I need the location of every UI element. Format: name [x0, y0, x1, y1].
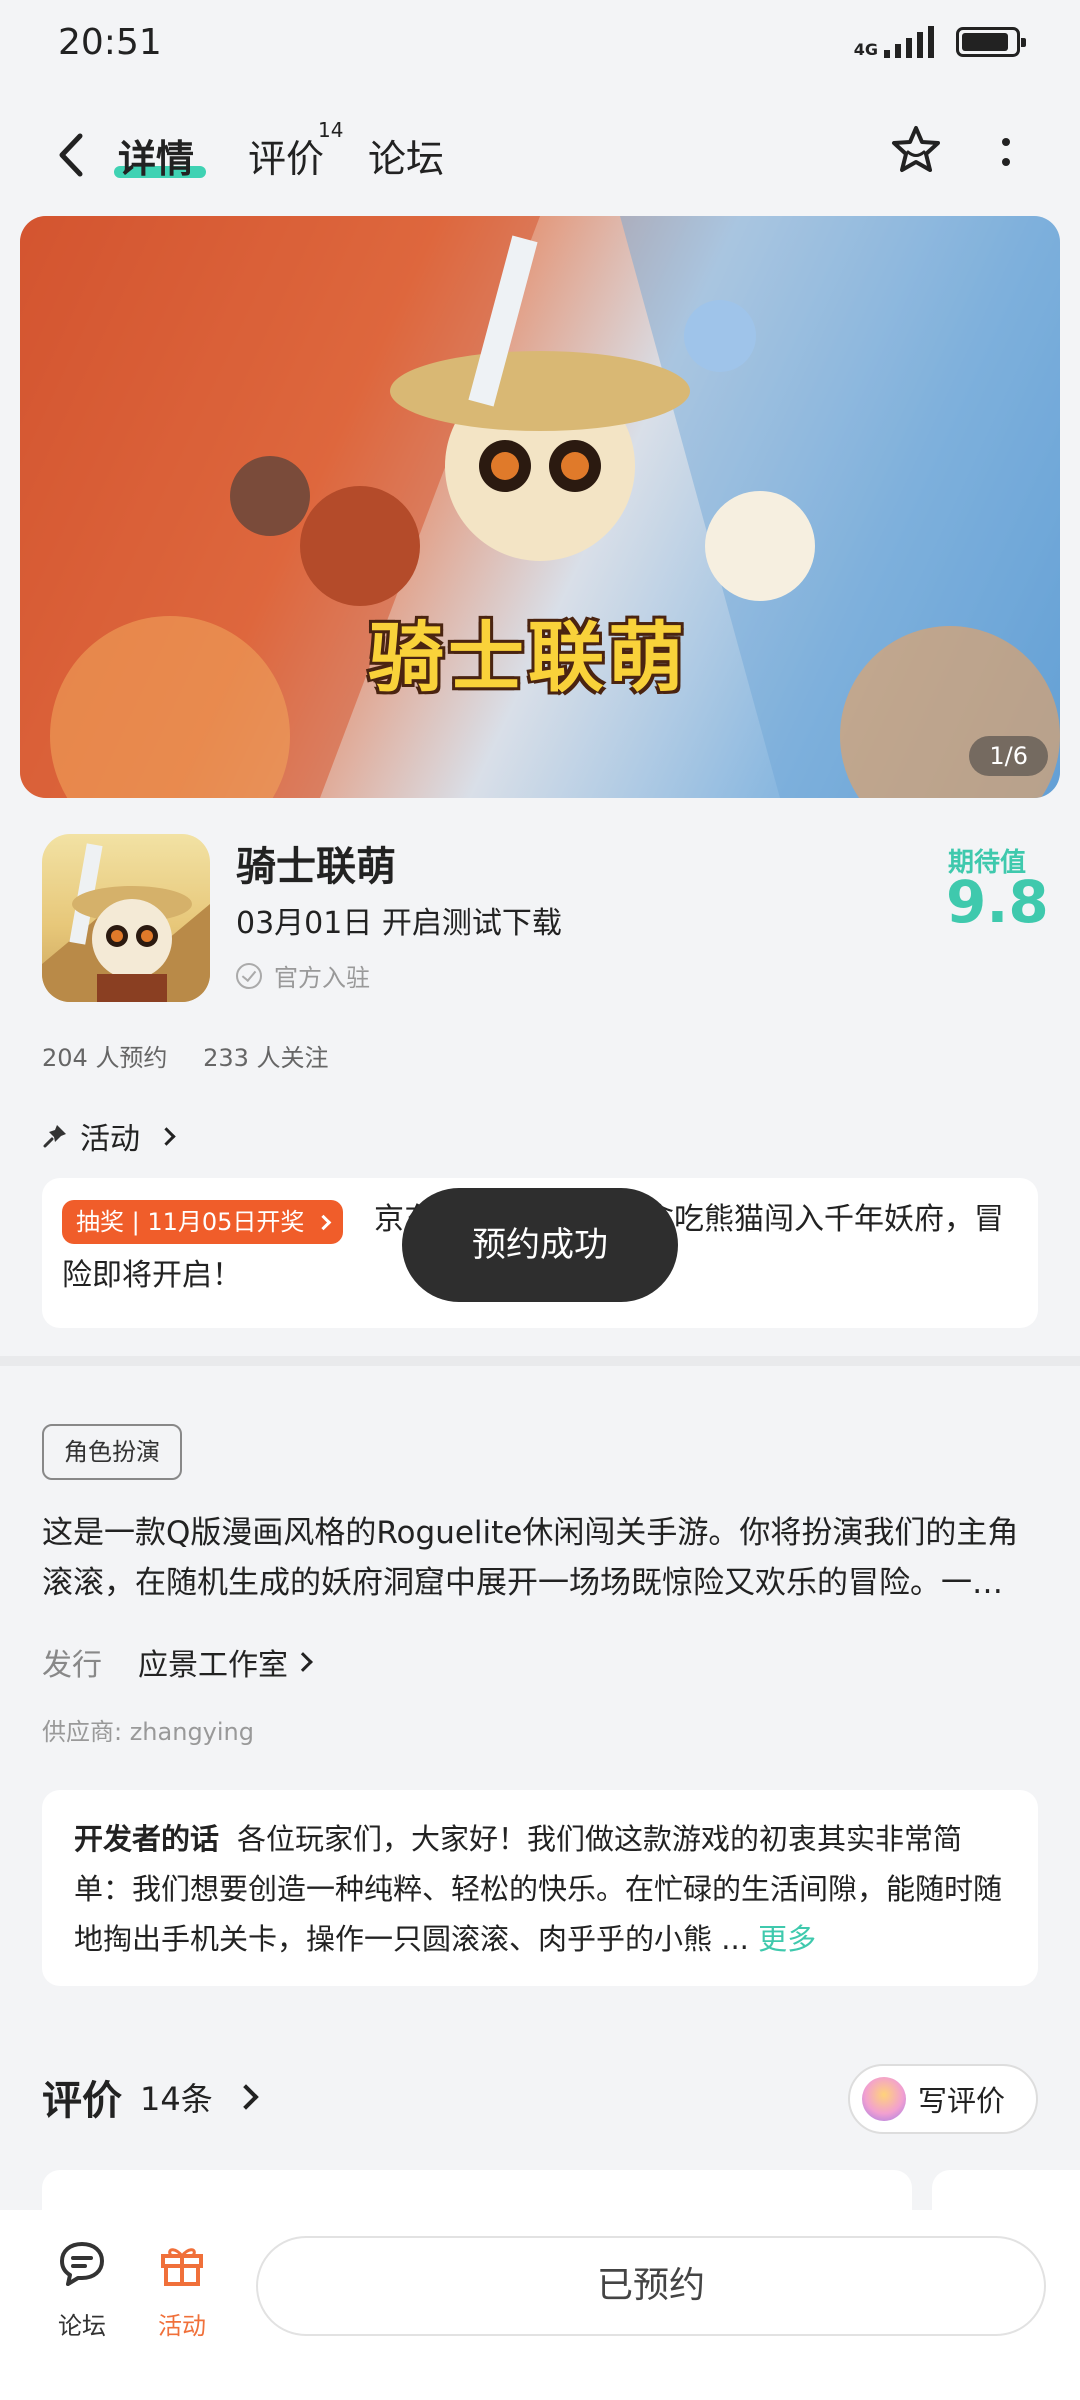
banner-logo-text: 骑士联萌	[368, 613, 688, 702]
tab-reviews-count: 14	[318, 118, 344, 142]
app-icon	[42, 834, 210, 1002]
developer-note-more-link[interactable]: 更多	[758, 1922, 816, 1956]
signal-bars-icon	[884, 26, 934, 58]
publisher-label: 发行	[42, 1648, 102, 1683]
tab-details[interactable]: 详情	[118, 128, 194, 183]
developer-note-card[interactable]: 开发者的话 各位玩家们，大家好！我们做这款游戏的初衷其实非常简单：我们想要创造一种…	[42, 1790, 1038, 1986]
expectation-score: 9.8	[946, 868, 1049, 936]
supplier-info: 供应商: zhangying	[42, 1718, 254, 1746]
reviews-section-header[interactable]: 评价 14条	[42, 2068, 259, 2126]
app-release-date: 03月01日 开启测试下载	[236, 906, 562, 941]
write-review-button[interactable]: 写评价	[848, 2064, 1038, 2134]
favorite-star-icon[interactable]	[888, 122, 944, 178]
publisher-row[interactable]: 发行 应景工作室	[42, 1640, 313, 1684]
activity-section-header[interactable]: 活动	[42, 1114, 176, 1158]
bottom-activity-label: 活动	[158, 2312, 206, 2340]
gift-icon	[161, 2248, 203, 2286]
follower-count: 233 人关注	[203, 1044, 329, 1072]
game-description[interactable]: 这是一款Q版漫画风格的Roguelite休闲闯关手游。你将扮演我们的主角滚滚，在…	[42, 1508, 1042, 1608]
genre-tag[interactable]: 角色扮演	[42, 1424, 182, 1480]
tab-reviews[interactable]: 评价	[248, 128, 324, 183]
toast-message: 预约成功	[402, 1188, 678, 1302]
publisher-name: 应景工作室	[138, 1648, 288, 1683]
developer-note-label: 开发者的话	[74, 1822, 220, 1856]
check-circle-icon	[236, 962, 262, 989]
pin-icon	[43, 1125, 66, 1148]
chevron-right-icon	[293, 1652, 313, 1672]
banner-page-indicator: 1/6	[969, 736, 1048, 776]
lottery-badge[interactable]: 抽奖 | 11月05日开奖	[62, 1200, 344, 1244]
chevron-right-icon	[233, 2084, 259, 2110]
verified-badge: 官方入驻	[236, 958, 370, 993]
bottom-forum-button[interactable]: 论坛	[42, 2238, 122, 2341]
tab-forum[interactable]: 论坛	[368, 128, 444, 183]
activity-section-title: 活动	[80, 1122, 140, 1157]
bottom-forum-label: 论坛	[58, 2312, 106, 2340]
game-banner[interactable]: 骑士联萌 1/6	[20, 216, 1060, 798]
chevron-right-icon	[315, 1214, 332, 1231]
reviews-title: 评价	[42, 2078, 122, 2124]
banner-artwork	[20, 216, 1060, 798]
bottom-activity-button[interactable]: 活动	[142, 2238, 222, 2341]
status-icons: 4G	[854, 26, 1026, 58]
more-options-icon[interactable]	[998, 134, 1014, 174]
chevron-right-icon	[157, 1126, 176, 1146]
reservation-count: 204 人预约	[42, 1044, 168, 1072]
back-arrow-icon[interactable]	[52, 128, 92, 182]
app-stats: 204 人预约 233 人关注	[42, 1038, 357, 1073]
section-divider	[0, 1356, 1080, 1366]
battery-icon	[956, 27, 1026, 57]
status-time: 20:51	[58, 22, 162, 63]
reviews-count: 14条	[140, 2080, 213, 2118]
app-name: 骑士联萌	[236, 844, 396, 890]
network-label: 4G	[853, 40, 878, 59]
user-avatar	[862, 2077, 906, 2121]
verified-label: 官方入驻	[274, 964, 370, 992]
write-review-label: 写评价	[918, 2084, 1006, 2118]
reserved-button[interactable]: 已预约	[256, 2236, 1046, 2336]
signal-indicator: 4G	[854, 26, 934, 58]
forum-chat-icon	[60, 2242, 104, 2286]
lottery-badge-label: 抽奖 | 11月05日开奖	[76, 1208, 305, 1236]
